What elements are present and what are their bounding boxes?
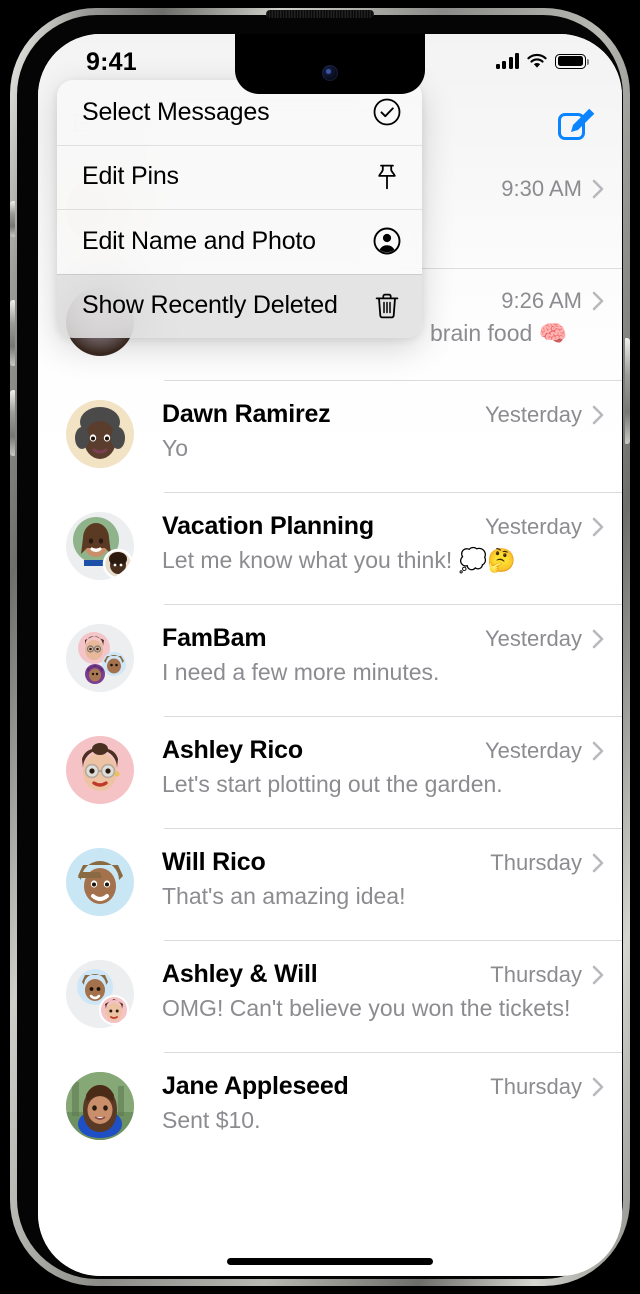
avatar — [66, 736, 134, 804]
conversation-name: Jane Appleseed — [162, 1072, 349, 1100]
status-indicators — [495, 53, 590, 69]
person-circle-icon — [373, 227, 401, 255]
avatar — [66, 624, 134, 692]
conversation-preview: Let me know what you think! 💭🤔 — [162, 547, 516, 573]
wifi-icon — [527, 53, 547, 68]
chevron-right-icon — [592, 741, 604, 761]
chevron-right-icon — [592, 965, 604, 985]
table-row[interactable]: Jane Appleseed Thursday Sent $10. — [38, 1052, 622, 1164]
volume-up-button[interactable] — [10, 300, 15, 366]
table-row[interactable]: FamBam Yesterday I need a few more minut… — [38, 604, 622, 716]
compose-icon[interactable] — [552, 102, 596, 146]
avatar — [66, 1072, 134, 1140]
trash-icon — [375, 293, 399, 319]
table-row[interactable]: Ashley Rico Yesterday Let's start plotti… — [38, 716, 622, 828]
context-menu[interactable]: Select Messages Edit Pins Edit Name and … — [57, 80, 422, 338]
menu-item-label: Show Recently Deleted — [82, 291, 338, 320]
action-button[interactable] — [10, 201, 15, 237]
menu-item-label: Select Messages — [82, 97, 270, 126]
conversation-preview: I need a few more minutes. — [162, 659, 440, 685]
table-row[interactable]: Dawn Ramirez Yesterday Yo — [38, 380, 622, 492]
menu-item-show-recently-deleted[interactable]: Show Recently Deleted — [57, 273, 422, 338]
menu-item-label: Edit Name and Photo — [82, 226, 316, 255]
table-row[interactable]: Will Rico Thursday That's an amazing ide… — [38, 828, 622, 940]
menu-item-label: Edit Pins — [82, 162, 179, 191]
chevron-right-icon — [592, 629, 604, 649]
conversation-name: Will Rico — [162, 848, 266, 876]
conversation-time: Thursday — [490, 1074, 582, 1099]
avatar — [66, 400, 134, 468]
conversation-time: Yesterday — [484, 514, 582, 539]
conversation-name: Dawn Ramirez — [162, 400, 331, 428]
chevron-right-icon — [592, 1077, 604, 1097]
avatar — [66, 848, 134, 916]
conversation-name: Ashley Rico — [162, 736, 303, 764]
menu-item-edit-pins[interactable]: Edit Pins — [57, 144, 422, 210]
conversation-time: Yesterday — [484, 626, 582, 651]
conversation-preview: Yo — [162, 435, 189, 461]
cellular-bars-icon — [495, 53, 519, 69]
conversation-name: Vacation Planning — [162, 512, 374, 540]
power-button[interactable] — [625, 338, 630, 444]
table-row[interactable]: Vacation Planning Yesterday Let me know … — [38, 492, 622, 604]
conversation-preview: That's an amazing idea! — [162, 883, 406, 909]
chevron-right-icon — [592, 291, 604, 311]
status-time: 9:41 — [86, 48, 137, 76]
front-camera-icon — [322, 65, 338, 81]
conversation-preview: OMG! Can't believe you won the tickets! — [162, 995, 571, 1021]
battery-full-icon — [555, 53, 590, 69]
conversation-time: Thursday — [490, 850, 582, 875]
conversation-name: Ashley & Will — [162, 960, 318, 988]
avatar — [66, 960, 134, 1028]
conversation-time: Yesterday — [484, 738, 582, 763]
volume-down-button[interactable] — [10, 390, 15, 456]
chevron-right-icon — [592, 179, 604, 199]
avatar — [66, 512, 134, 580]
chevron-right-icon — [592, 853, 604, 873]
chevron-right-icon — [592, 405, 604, 425]
home-indicator[interactable] — [227, 1258, 433, 1265]
conversation-time: Yesterday — [484, 402, 582, 427]
conversation-preview: Let's start plotting out the garden. — [162, 771, 503, 797]
checkmark-circle-icon — [373, 98, 401, 126]
chevron-right-icon — [592, 517, 604, 537]
pin-icon — [378, 164, 396, 190]
menu-item-edit-name-and-photo[interactable]: Edit Name and Photo — [57, 209, 422, 274]
iphone-screen: 9:41 Edit — [38, 34, 622, 1276]
conversation-time: 9:30 AM — [501, 176, 582, 201]
earpiece-speaker — [266, 10, 374, 18]
conversation-time: Thursday — [490, 962, 582, 987]
dynamic-island — [235, 34, 425, 94]
conversation-preview: Sent $10. — [162, 1107, 261, 1133]
table-row[interactable]: Ashley & Will Thursday OMG! Can't believ… — [38, 940, 622, 1052]
conversation-name: FamBam — [162, 624, 267, 652]
iphone-device-frame: 9:41 Edit — [10, 8, 630, 1286]
conversation-time: 9:26 AM — [501, 288, 582, 313]
